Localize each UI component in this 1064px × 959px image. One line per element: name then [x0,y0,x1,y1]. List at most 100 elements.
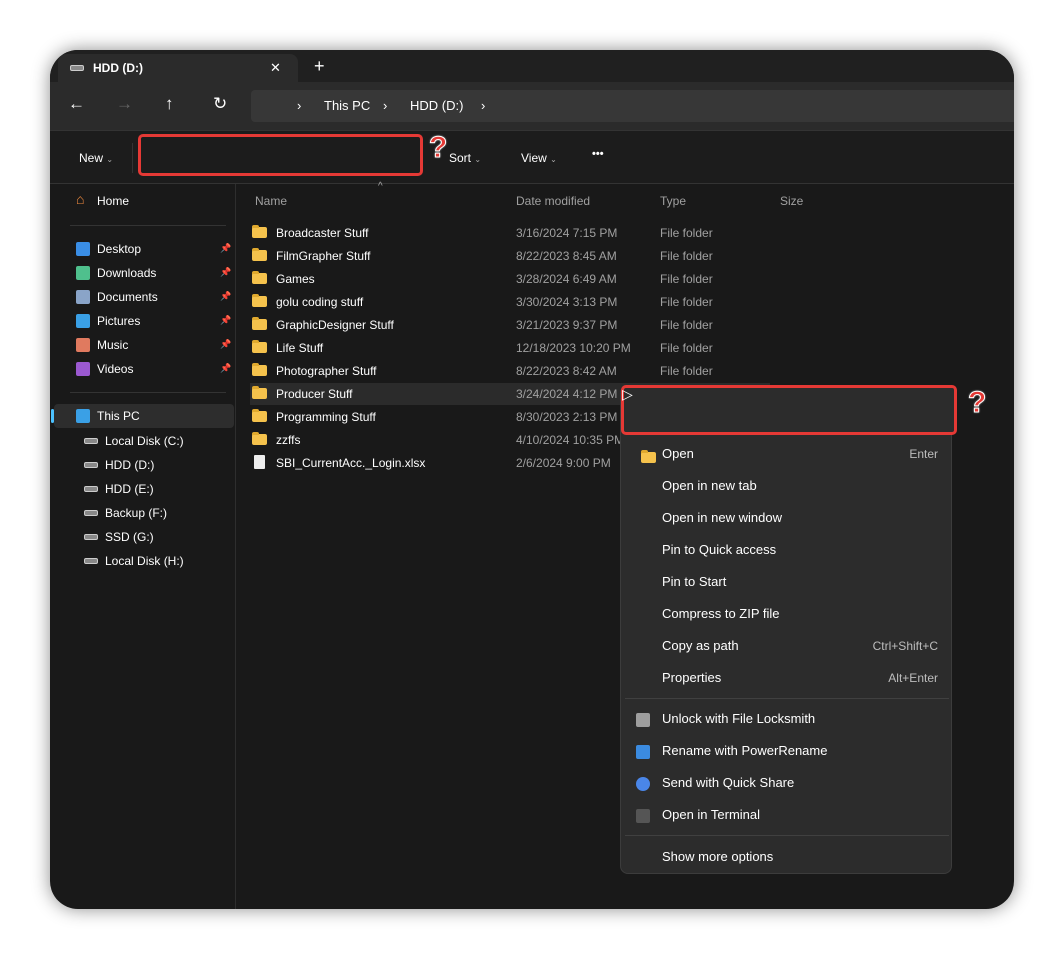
sidebar-item-pictures[interactable]: Pictures 📌 [76,312,236,332]
sidebar-item-documents[interactable]: Documents 📌 [76,288,236,308]
annotation-box-toolbar [138,134,423,176]
drive-icon [84,534,98,540]
menu-item-pin-to-quick-access[interactable]: Pin to Quick access [625,542,949,570]
menu-item-open[interactable]: Open Enter [625,446,949,474]
column-header-date[interactable]: Date modified [516,194,590,208]
menu-item-label: Pin to Start [662,574,727,589]
more-options-button[interactable]: ••• [592,148,604,160]
computer-icon [76,409,90,423]
menu-item-open-in-new-window[interactable]: Open in new window [625,510,949,538]
menu-item-pin-to-start[interactable]: Pin to Start [625,574,949,602]
sidebar-item-music[interactable]: Music 📌 [76,336,236,356]
refresh-button[interactable]: ↻ [213,94,227,114]
file-row[interactable]: FilmGrapher Stuff 8/22/2023 8:45 AM File… [250,245,770,267]
menu-item-copy-as-path[interactable]: Copy as path Ctrl+Shift+C [625,638,949,666]
menu-item-compress-to-zip-file[interactable]: Compress to ZIP file [625,606,949,634]
forward-button[interactable]: → [116,94,133,114]
file-type: File folder [660,226,713,240]
menu-item-open-in-terminal[interactable]: Open in Terminal [625,807,949,835]
file-date: 3/28/2024 6:49 AM [516,272,617,286]
file-name: Programming Stuff [276,410,376,424]
menu-item-show-more-options[interactable]: Show more options [662,849,773,864]
folder-icon [252,271,267,284]
menu-item-label: Open in Terminal [662,807,761,822]
drive-icon [84,558,98,564]
pin-icon: 📌 [220,339,232,349]
view-button[interactable]: View ⌄ [521,151,557,165]
column-header-name[interactable]: Name [255,194,287,208]
pin-icon: 📌 [220,363,232,373]
menu-item-open-in-new-tab[interactable]: Open in new tab [625,478,949,506]
sort-button[interactable]: Sort ⌄ [449,151,481,165]
menu-item-send-with-quick-share[interactable]: Send with Quick Share [625,775,949,803]
file-row[interactable]: golu coding stuff 3/30/2024 3:13 PM File… [250,291,770,313]
close-tab-button[interactable]: ✕ [270,60,281,76]
pin-icon: 📌 [220,267,232,277]
folder-icon [252,317,267,330]
lock-icon [636,713,650,727]
download-icon [76,266,90,280]
pin-icon: 📌 [220,243,232,253]
sidebar-item-this-pc[interactable]: This PC [51,404,234,428]
selection-indicator [51,409,54,423]
sidebar-item-label: HDD (E:) [105,482,154,496]
file-row[interactable]: GraphicDesigner Stuff 3/21/2023 9:37 PM … [250,314,770,336]
context-menu: Open Enter Open in new tab Open in new w… [620,385,952,874]
sidebar-item-drive[interactable]: Backup (F:) [84,504,234,524]
file-icon [254,455,265,469]
mouse-cursor-icon: ▷ [622,386,633,402]
annotation-question-mark: ? [967,386,987,420]
sidebar-item-drive[interactable]: Local Disk (C:) [84,432,234,452]
menu-item-rename-with-powerrename[interactable]: Rename with PowerRename [625,743,949,771]
file-row[interactable]: Games 3/28/2024 6:49 AM File folder [250,268,770,290]
menu-item-label: Open [662,446,694,461]
column-header-size[interactable]: Size [780,194,803,208]
sidebar-item-drive[interactable]: HDD (E:) [84,480,234,500]
sidebar-item-label: Backup (F:) [105,506,168,520]
menu-item-shortcut: Ctrl+Shift+C [872,639,938,653]
menu-item-label: Send with Quick Share [662,775,795,790]
breadcrumb-hdd-d[interactable]: HDD (D:) [410,98,463,113]
folder-icon [252,432,267,445]
menu-item-properties[interactable]: Properties Alt+Enter [625,670,949,698]
file-row[interactable]: Life Stuff 12/18/2023 10:20 PM File fold… [250,337,770,359]
breadcrumb-this-pc[interactable]: This PC [324,98,370,113]
new-button[interactable]: New ⌄ [79,151,113,165]
sidebar-item-downloads[interactable]: Downloads 📌 [76,264,236,284]
menu-item-unlock-with-file-locksmith[interactable]: Unlock with File Locksmith [625,711,949,739]
file-row[interactable]: Photographer Stuff 8/22/2023 8:42 AM Fil… [250,360,770,382]
folder-icon [252,363,267,376]
menu-item-label: Open in new window [662,510,782,525]
file-date: 8/30/2023 2:13 PM [516,410,618,424]
column-header-type[interactable]: Type [660,194,686,208]
folder-icon [252,248,267,261]
sidebar-item-desktop[interactable]: Desktop 📌 [76,240,236,260]
sidebar-item-drive[interactable]: SSD (G:) [84,528,234,548]
file-type: File folder [660,341,713,355]
sidebar-item-videos[interactable]: Videos 📌 [76,360,236,380]
tab-hdd-d[interactable]: HDD (D:) ✕ [58,54,298,82]
menu-item-label: Properties [662,670,722,685]
divider [70,225,226,226]
file-date: 3/16/2024 7:15 PM [516,226,618,240]
file-date: 12/18/2023 10:20 PM [516,341,631,355]
sort-ascending-icon: ^ [378,181,383,192]
sidebar-item-drive[interactable]: Local Disk (H:) [84,552,234,572]
file-date: 3/24/2024 4:12 PM [516,387,618,401]
file-name: SBI_CurrentAcc._Login.xlsx [276,456,426,470]
back-button[interactable]: ← [68,94,85,114]
file-date: 3/21/2023 9:37 PM [516,318,618,332]
new-tab-button[interactable]: + [314,56,325,77]
address-bar[interactable]: › This PC › HDD (D:) › [251,90,1014,122]
menu-item-label: Copy as path [662,638,739,653]
file-row[interactable]: Broadcaster Stuff 3/16/2024 7:15 PM File… [250,222,770,244]
sidebar-item-label: Home [97,194,130,208]
sidebar-item-drive[interactable]: HDD (D:) [84,456,234,476]
file-type: File folder [660,364,713,378]
drive-icon [70,65,84,71]
file-date: 8/22/2023 8:42 AM [516,364,617,378]
up-button[interactable]: ↑ [165,94,174,114]
menu-item-label: Rename with PowerRename [662,743,828,758]
menu-item-label: Unlock with File Locksmith [662,711,816,726]
file-type: File folder [660,249,713,263]
